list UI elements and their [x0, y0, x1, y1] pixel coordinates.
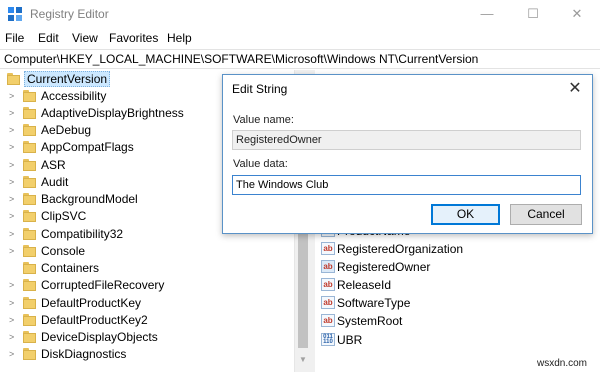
menu-file[interactable]: File	[5, 31, 24, 45]
value-name: SystemRoot	[337, 314, 403, 328]
menu-view[interactable]: View	[72, 31, 98, 45]
folder-icon	[23, 228, 36, 240]
value-row[interactable]: ab SoftwareType	[315, 294, 600, 312]
chevron-right-icon[interactable]: >	[9, 160, 19, 170]
tree-item-label: DefaultProductKey	[41, 296, 142, 310]
tree-item[interactable]: Containers	[0, 260, 300, 277]
string-value-icon: ab	[321, 314, 335, 327]
tree-item-label: CorruptedFileRecovery	[41, 278, 165, 292]
value-row[interactable]: ab SystemRoot	[315, 312, 600, 330]
chevron-right-icon[interactable]: >	[9, 349, 19, 359]
chevron-right-icon[interactable]: >	[9, 298, 19, 308]
tree-item[interactable]: > DeviceDisplayObjects	[0, 329, 300, 346]
dialog-close-icon[interactable]: ✕	[562, 78, 588, 100]
tree-item-label: Audit	[41, 175, 69, 189]
value-data-label: Value data:	[233, 158, 288, 170]
folder-icon	[23, 210, 36, 222]
chevron-right-icon[interactable]: >	[9, 142, 19, 152]
scroll-down-arrow-icon[interactable]: ▼	[299, 355, 307, 364]
folder-icon	[23, 331, 36, 343]
tree-item-label: Accessibility	[41, 89, 107, 103]
string-value-icon: ab	[321, 260, 335, 273]
chevron-right-icon[interactable]: >	[9, 211, 19, 221]
tree-item[interactable]: > DefaultProductKey	[0, 295, 300, 312]
chevron-right-icon[interactable]: >	[9, 125, 19, 135]
menu-favorites[interactable]: Favorites	[109, 31, 158, 45]
folder-icon	[23, 279, 36, 291]
string-value-icon: ab	[321, 278, 335, 291]
tree-item[interactable]: > DefaultProductKey2	[0, 312, 300, 329]
chevron-right-icon[interactable]: >	[9, 108, 19, 118]
minimize-button[interactable]: —	[464, 0, 510, 28]
tree-item-label: DeviceDisplayObjects	[41, 330, 158, 344]
folder-icon	[23, 107, 36, 119]
folder-icon	[23, 348, 36, 360]
string-value-icon: ab	[321, 296, 335, 309]
value-row[interactable]: ab ReleaseId	[315, 276, 600, 294]
menu-help[interactable]: Help	[167, 31, 192, 45]
string-value-icon: ab	[321, 242, 335, 255]
chevron-right-icon[interactable]: >	[9, 280, 19, 290]
cancel-button[interactable]: Cancel	[510, 204, 582, 225]
tree-item-label: BackgroundModel	[41, 192, 138, 206]
tree-item[interactable]: > CorruptedFileRecovery	[0, 277, 300, 294]
folder-icon	[23, 245, 36, 257]
tree-item-label: AdaptiveDisplayBrightness	[41, 106, 184, 120]
folder-icon	[23, 176, 36, 188]
watermark: wsxdn.com	[537, 358, 588, 369]
chevron-right-icon[interactable]: >	[9, 194, 19, 204]
menu-bar: File Edit View Favorites Help	[0, 28, 600, 48]
tree-item-label: DiskDiagnostics	[41, 347, 127, 361]
folder-icon	[23, 314, 36, 326]
value-name: RegisteredOrganization	[337, 242, 464, 256]
value-row[interactable]: ab RegisteredOrganization	[315, 240, 600, 258]
value-name: SoftwareType	[337, 296, 411, 310]
folder-open-icon	[7, 73, 20, 85]
folder-icon	[23, 297, 36, 309]
tree-item-label: Console	[41, 244, 86, 258]
address-bar[interactable]: Computer\HKEY_LOCAL_MACHINE\SOFTWARE\Mic…	[0, 49, 600, 69]
value-name-label: Value name:	[233, 114, 294, 126]
folder-icon	[23, 193, 36, 205]
title-bar: Registry Editor — ☐ ✕	[0, 0, 600, 28]
address-path[interactable]: Computer\HKEY_LOCAL_MACHINE\SOFTWARE\Mic…	[4, 52, 478, 66]
menu-edit[interactable]: Edit	[38, 31, 59, 45]
chevron-right-icon[interactable]: >	[9, 332, 19, 342]
chevron-right-icon[interactable]: >	[9, 91, 19, 101]
value-row[interactable]: 011 110 UBR	[315, 331, 600, 349]
chevron-right-icon[interactable]: >	[9, 246, 19, 256]
value-name: RegisteredOwner	[337, 260, 431, 274]
folder-icon	[23, 159, 36, 171]
binary-value-icon: 011 110	[321, 333, 335, 346]
chevron-right-icon[interactable]: >	[9, 315, 19, 325]
value-row-selected[interactable]: ab RegisteredOwner	[315, 258, 600, 276]
value-data-input[interactable]: The Windows Club	[232, 175, 581, 195]
tree-item-label: Containers	[41, 261, 100, 275]
edit-string-dialog: Edit String ✕ Value name: RegisteredOwne…	[222, 74, 593, 234]
ok-button[interactable]: OK	[431, 204, 500, 225]
tree-item[interactable]: > Console	[0, 243, 300, 260]
value-name-field: RegisteredOwner	[232, 130, 581, 150]
folder-icon	[23, 141, 36, 153]
value-name: ReleaseId	[337, 278, 392, 292]
chevron-right-icon[interactable]: >	[9, 177, 19, 187]
dialog-title: Edit String	[232, 82, 288, 96]
window-title: Registry Editor	[30, 7, 109, 21]
folder-icon	[23, 124, 36, 136]
close-button[interactable]: ✕	[554, 0, 600, 28]
tree-item-label: AppCompatFlags	[41, 140, 134, 154]
folder-icon	[23, 262, 36, 274]
tree-item-label: DefaultProductKey2	[41, 313, 148, 327]
chevron-right-icon[interactable]: >	[9, 229, 19, 239]
registry-editor-app-icon	[8, 7, 22, 21]
tree-item-label: Compatibility32	[41, 227, 124, 241]
tree-item-label: ASR	[41, 158, 66, 172]
tree-item-label: AeDebug	[41, 123, 92, 137]
maximize-button[interactable]: ☐	[510, 0, 556, 28]
tree-item-label: CurrentVersion	[24, 71, 111, 87]
tree-item[interactable]: > DiskDiagnostics	[0, 346, 300, 363]
folder-icon	[23, 90, 36, 102]
value-name: UBR	[337, 333, 363, 347]
tree-item-label: ClipSVC	[41, 209, 87, 223]
